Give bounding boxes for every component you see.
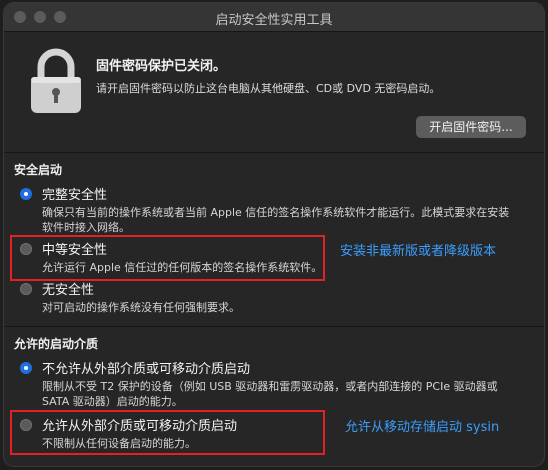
full-security-description: 确保只有当前的操作系统或者当前 Apple 信任的签名操作系统软件才能运行。此模… (42, 206, 510, 234)
secure-boot-heading: 安全启动 (14, 163, 63, 177)
divider (4, 152, 544, 153)
divider (4, 326, 544, 327)
allow-external-boot-annotation: 允许从移动存储启动 sysin (345, 420, 500, 435)
enable-firmware-password-button[interactable]: 开启固件密码... (416, 116, 526, 138)
no-security-description: 对可启动的操作系统没有任何强制要求。 (42, 301, 240, 314)
full-security-radio[interactable] (20, 188, 32, 200)
disallow-external-boot-description: 限制从不受 T2 保护的设备（例如 USB 驱动器和雷雳驱动器，或者内部连接的 … (42, 380, 498, 408)
no-security-radio[interactable] (20, 283, 32, 295)
no-security-label[interactable]: 无安全性 (42, 279, 94, 298)
title-bar: 启动安全性实用工具 (4, 3, 544, 32)
medium-security-highlight-box (10, 235, 325, 281)
disallow-external-boot-radio[interactable] (20, 362, 32, 374)
allow-external-boot-highlight-box (10, 410, 325, 455)
padlock-icon (31, 48, 81, 113)
window-title: 启动安全性实用工具 (215, 13, 333, 28)
full-security-label[interactable]: 完整安全性 (42, 184, 107, 203)
disallow-external-boot-label[interactable]: 不允许从外部介质或可移动介质启动 (42, 358, 250, 377)
firmware-description: 请开启固件密码以防止这台电脑从其他硬盘、CD或 DVD 无密码启动。 (96, 82, 441, 95)
firmware-status-title: 固件密码保护已关闭。 (96, 59, 227, 74)
medium-security-annotation: 安装非最新版或者降级版本 (340, 244, 497, 259)
boot-media-heading: 允许的启动介质 (14, 337, 99, 351)
